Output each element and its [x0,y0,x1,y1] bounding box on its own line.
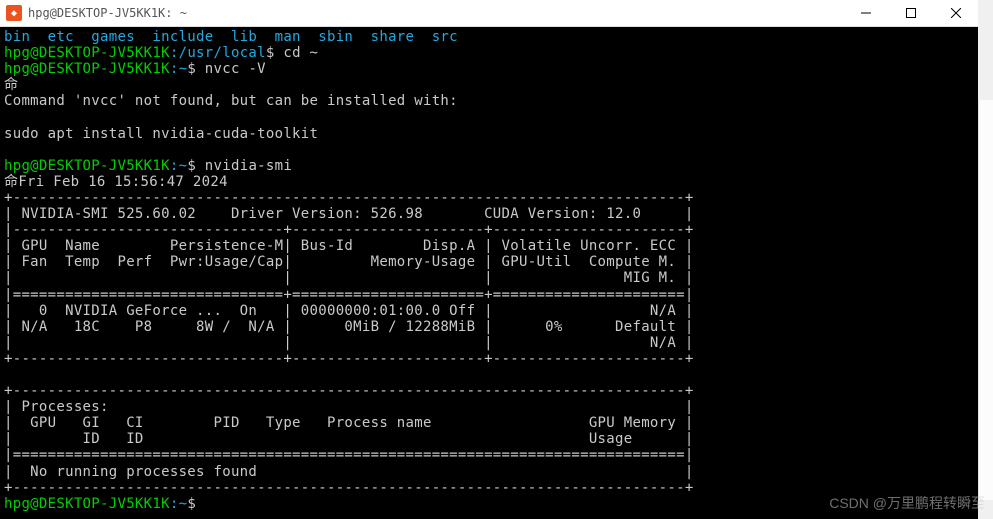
blank-3 [4,367,974,383]
proc-top: +---------------------------------------… [4,383,974,399]
proc-h1: | Processes: | [4,399,974,415]
blank-2 [4,142,974,158]
smi-header: | NVIDIA-SMI 525.60.02 Driver Version: 5… [4,206,974,222]
window-frame: ◆ hpg@DESKTOP-JV5KK1K: ~ bin etc games i… [0,0,978,519]
titlebar[interactable]: ◆ hpg@DESKTOP-JV5KK1K: ~ [0,0,978,27]
smi-cols2: | Fan Temp Perf Pwr:Usage/Cap| Memory-Us… [4,254,974,270]
app-icon: ◆ [6,5,22,21]
smi-border-top: +---------------------------------------… [4,190,974,206]
watermark-text: CSDN @万里鹏程转瞬至 [829,493,985,513]
smi-cols3: | | | MIG M. | [4,270,974,286]
left-cutoff-char: 命 [4,77,974,93]
right-panel-edge [978,100,993,500]
smi-eq: |===============================+=======… [4,287,974,303]
window-title: hpg@DESKTOP-JV5KK1K: ~ [28,6,843,20]
smi-row3: | | | N/A | [4,335,974,351]
smi-row2: | N/A 18C P8 8W / N/A | 0MiB / 12288MiB … [4,319,974,335]
smi-cols1: | GPU Name Persistence-M| Bus-Id Disp.A … [4,238,974,254]
window-controls [843,0,978,27]
smi-sep: |-------------------------------+-------… [4,222,974,238]
minimize-button[interactable] [843,0,888,27]
nvcc-error: Command 'nvcc' not found, but can be ins… [4,93,974,109]
maximize-button[interactable] [888,0,933,27]
smi-border-bot: +-------------------------------+-------… [4,351,974,367]
prompt-line-3: hpg@DESKTOP-JV5KK1K:~$ nvidia-smi [4,158,974,174]
directory-listing: bin etc games include lib man sbin share… [4,29,974,45]
blank-1 [4,109,974,125]
install-suggestion: sudo apt install nvidia-cuda-toolkit [4,126,974,142]
prompt-line-1: hpg@DESKTOP-JV5KK1K:/usr/local$ cd ~ [4,45,974,61]
proc-none: | No running processes found | [4,464,974,480]
terminal-content[interactable]: bin etc games include lib man sbin share… [0,27,978,519]
prompt-line-2: hpg@DESKTOP-JV5KK1K:~$ nvcc -V [4,61,974,77]
proc-h2: | GPU GI CI PID Type Process name GPU Me… [4,415,974,431]
proc-h3: | ID ID Usage | [4,431,974,447]
proc-eq: |=======================================… [4,447,974,463]
smi-date-line: 命Fri Feb 16 15:56:47 2024 [4,174,974,190]
smi-row1: | 0 NVIDIA GeForce ... On | 00000000:01:… [4,303,974,319]
close-button[interactable] [933,0,978,27]
